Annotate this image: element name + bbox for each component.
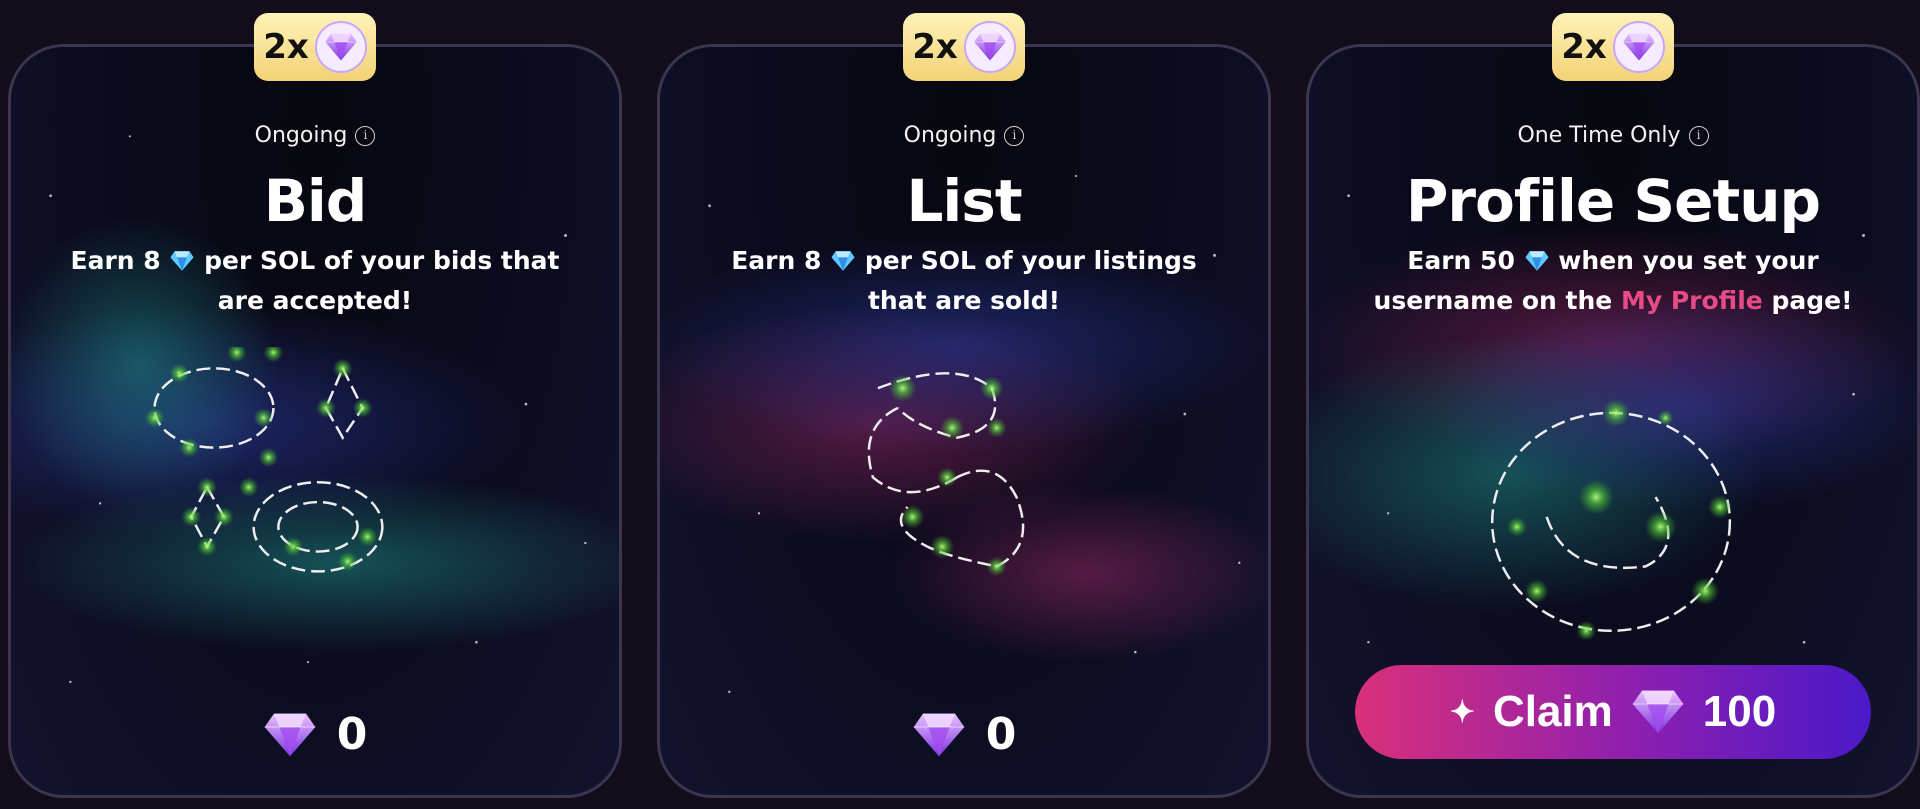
gem-icon — [314, 21, 367, 73]
status-text: One Time Only — [1517, 123, 1681, 148]
multiplier-badge: 2x — [903, 13, 1025, 81]
gem-icon — [830, 250, 856, 272]
gem-count: 0 — [336, 709, 368, 760]
info-icon[interactable]: i — [355, 125, 376, 146]
constellation-art — [1309, 347, 1917, 667]
gem-counter: 0 — [660, 709, 1268, 760]
desc-text: are accepted! — [217, 286, 413, 315]
gem-counter: 0 — [11, 709, 619, 760]
constellation-art — [660, 347, 1268, 667]
multiplier-badge: 2x — [254, 13, 376, 81]
claim-amount: 100 — [1702, 687, 1777, 736]
info-icon[interactable]: i — [1004, 125, 1025, 146]
desc-text: username on the — [1373, 286, 1613, 315]
gem-icon — [169, 250, 195, 272]
desc-text: per SOL of your listings — [864, 246, 1197, 275]
claim-button[interactable]: ✦ Claim 100 — [1355, 665, 1871, 759]
card-title: Bid — [263, 167, 368, 235]
multiplier-text: 2x — [263, 27, 309, 67]
status-text: Ongoing — [903, 123, 997, 148]
status-label: Ongoing i — [660, 123, 1268, 148]
status-label: Ongoing i — [11, 123, 619, 148]
status-label: One Time Only i — [1309, 123, 1917, 148]
desc-text: Earn 8 — [731, 246, 822, 275]
gem-icon — [1524, 250, 1550, 272]
card-title: Profile Setup — [1405, 167, 1821, 235]
list-card: 2x Ongoing i List Earn 8 per SOL of your… — [657, 13, 1271, 798]
sparkle-icon: ✦ — [1449, 695, 1475, 729]
status-text: Ongoing — [254, 123, 348, 148]
multiplier-text: 2x — [1561, 27, 1607, 67]
gem-icon — [912, 711, 966, 759]
bid-card: 2x Ongoing i Bid Earn 8 per SOL of your … — [8, 13, 622, 798]
claim-label: Claim — [1492, 687, 1613, 736]
gem-icon — [263, 711, 317, 759]
card-title: List — [906, 167, 1022, 235]
desc-text: Earn 8 — [70, 246, 161, 275]
desc-text: that are sold! — [867, 286, 1061, 315]
card-description: Earn 8 per SOL of your bids that are acc… — [51, 241, 579, 321]
gem-icon — [1612, 21, 1665, 73]
card-description: Earn 8 per SOL of your listings that are… — [700, 241, 1228, 321]
card-description: Earn 50 when you set your username on th… — [1349, 241, 1877, 321]
multiplier-badge: 2x — [1552, 13, 1674, 81]
desc-text: page! — [1771, 286, 1853, 315]
desc-text: when you set your — [1558, 246, 1819, 275]
constellation-art — [11, 342, 619, 667]
info-icon[interactable]: i — [1688, 125, 1709, 146]
gem-icon — [1631, 688, 1685, 736]
gem-count: 0 — [985, 709, 1017, 760]
multiplier-text: 2x — [912, 27, 958, 67]
desc-text: Earn 50 — [1407, 246, 1515, 275]
gem-icon — [963, 21, 1016, 73]
profile-setup-card: 2x One Time Only i Profile Setup Earn 50… — [1306, 13, 1920, 798]
desc-text: per SOL of your bids that — [204, 246, 560, 275]
my-profile-link[interactable]: My Profile — [1621, 286, 1763, 315]
